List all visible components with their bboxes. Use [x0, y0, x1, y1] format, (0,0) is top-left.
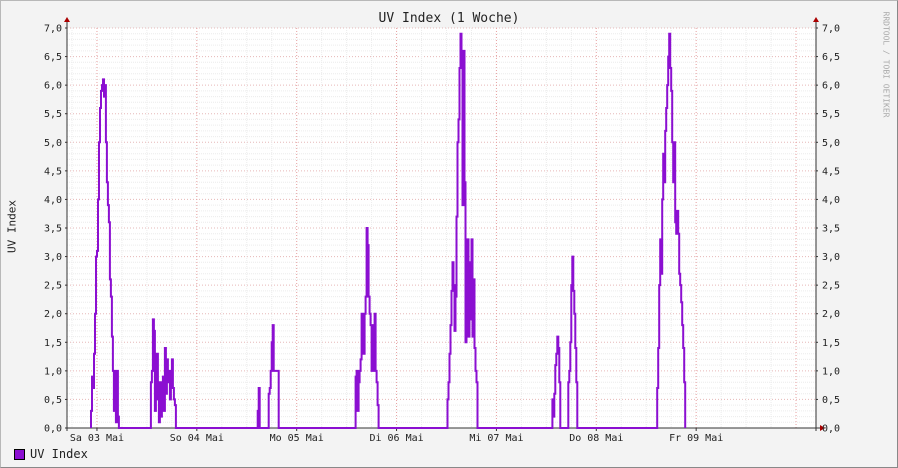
- y-tick-label-right: 0,0: [822, 424, 840, 435]
- y-tick-label-left: 7,0: [44, 24, 62, 35]
- y-tick-label-right: 4,0: [822, 195, 840, 206]
- x-tick-label: Mi 07 Mai: [469, 433, 523, 444]
- y-tick-label-left: 6,0: [44, 81, 62, 92]
- x-tick-label: Fr 09 Mai: [669, 433, 723, 444]
- y-tick-label-right: 2,0: [822, 309, 840, 320]
- y-tick-label-right: 5,5: [822, 109, 840, 120]
- y-tick-label-left: 3,0: [44, 252, 62, 263]
- y-tick-label-left: 5,0: [44, 138, 62, 149]
- grid: [67, 27, 816, 429]
- y-tick-label-right: 1,0: [822, 366, 840, 377]
- x-tick-label: Di 06 Mai: [369, 433, 423, 444]
- y-tick-label-right: 0,5: [822, 395, 840, 406]
- x-ticks: Sa 03 Mai So 04 Mai Mo 05 Mai Di 06 Mai Mi 0…: [70, 428, 723, 444]
- y-tick-label-right: 4,5: [822, 166, 840, 177]
- x-tick-label: So 04 Mai: [170, 433, 224, 444]
- uv-chart: 0,0 0,5 1,0 1,5 2,0 2,5 3,0 3,5 4,0 4,5 5,0 5,5 6,0 6…: [44, 17, 840, 444]
- y-tick-label-left: 2,0: [44, 309, 62, 320]
- y-axis-arrow-left: [64, 17, 70, 22]
- y-tick-label-right: 3,0: [822, 252, 840, 263]
- legend-swatch: [14, 448, 25, 460]
- y-tick-label-right: 1,5: [822, 338, 840, 349]
- y-tick-label-right: 5,0: [822, 138, 840, 149]
- x-tick-label: Sa 03 Mai: [70, 433, 124, 444]
- y-tick-label-right: 6,5: [822, 52, 840, 63]
- y-axis-arrow-right: [813, 17, 819, 22]
- y-tick-label-left: 1,5: [44, 338, 62, 349]
- y-tick-label-left: 4,5: [44, 166, 62, 177]
- y-tick-label-right: 2,5: [822, 281, 840, 292]
- x-tick-label: Mo 05 Mai: [270, 433, 324, 444]
- legend: UV Index: [14, 447, 88, 461]
- y-tick-label-left: 2,5: [44, 281, 62, 292]
- y-tick-label-left: 0,5: [44, 395, 62, 406]
- y-ticks-left: 0,0 0,5 1,0 1,5 2,0 2,5 3,0 3,5 4,0 4,5 5,0 5,5 6,0 6…: [44, 24, 67, 435]
- y-tick-label-left: 1,0: [44, 366, 62, 377]
- y-tick-label-left: 6,5: [44, 52, 62, 63]
- y-tick-label-left: 0,0: [44, 424, 62, 435]
- y-tick-label-right: 7,0: [822, 24, 840, 35]
- y-tick-label-left: 3,5: [44, 224, 62, 235]
- x-tick-label: Do 08 Mai: [569, 433, 623, 444]
- y-tick-label-right: 6,0: [822, 81, 840, 92]
- legend-label: UV Index: [30, 447, 88, 461]
- y-tick-label-right: 3,5: [822, 224, 840, 235]
- y-tick-label-left: 4,0: [44, 195, 62, 206]
- y-ticks-right: 0,0 0,5 1,0 1,5 2,0 2,5 3,0 3,5 4,0 4,5 5,0 5,5 6,0 6…: [816, 24, 840, 435]
- y-tick-label-left: 5,5: [44, 109, 62, 120]
